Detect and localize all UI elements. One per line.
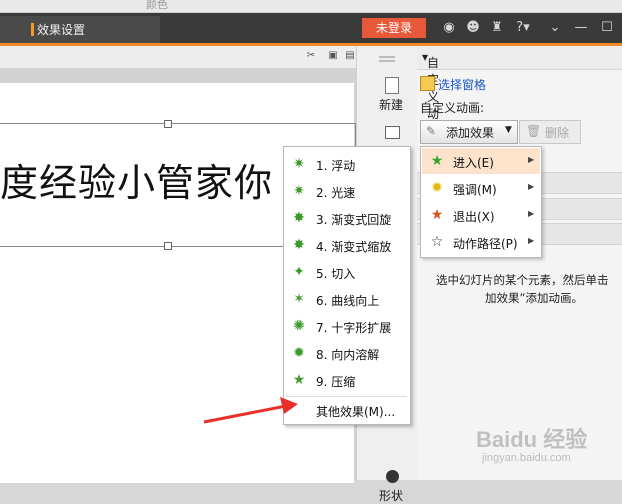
green-star-icon: ✹ [293,345,305,361]
dropdown-arrow-icon: ▼ [505,125,512,135]
submenu-arrow-icon: ▶ [528,182,535,191]
green-star-icon: ✺ [293,318,305,334]
submenu-label: 进入(E) [453,156,494,170]
effect-label: 5. 切入 [316,267,356,281]
submenu-item-emphasis[interactable]: ✹ 强调(M) ▶ [422,175,540,201]
effect-label: 9. 压缩 [316,375,356,389]
effect-item-float[interactable]: ✷ 1. 浮动 [284,150,410,177]
effect-label: 3. 渐变式回旋 [316,213,392,227]
submenu-label: 动作路径(P) [453,237,518,251]
menu-separator [286,396,407,397]
shape-button-label[interactable]: 形状 [379,487,403,504]
window-icon[interactable]: ▣ [327,50,339,62]
baidu-watermark-url: jingyan.baidu.com [482,452,571,464]
pane-icon[interactable]: ▤ [344,50,356,62]
effect-item-curve-up[interactable]: ✶ 6. 曲线向上 [284,285,410,312]
submenu-item-exit[interactable]: ★ 退出(X) ▶ [422,202,540,228]
help-label: ? [516,20,524,35]
chevron-down-icon[interactable]: ⌄ [546,19,564,37]
green-star-icon: ✸ [293,210,305,226]
green-star-icon: ✷ [293,156,305,172]
delete-button[interactable]: 🗑 删除 [519,120,581,144]
slide-text[interactable]: 度经验小管家你 [0,152,273,207]
add-effect-label: 添加效果 [446,126,495,140]
shape-icon[interactable] [386,470,399,483]
add-effect-submenu: ★ 进入(E) ▶ ✹ 强调(M) ▶ ★ 退出(X) ▶ ☆ 动作路径(P) … [420,146,542,258]
custom-animation-panel: 自定义动画 ▾ 选择窗格 自定义动画: ✎ 添加效果 ▼ 🗑 删除 选中幻灯片的… [417,46,622,480]
more-effects-label: 其他效果(M)... [316,405,396,419]
tab-label: 效果设置 [37,23,86,37]
effect-label: 2. 光速 [316,186,356,200]
effect-label: 6. 曲线向上 [316,294,380,308]
effect-item-compress[interactable]: ★ 9. 压缩 [284,366,410,393]
top-strip-text: 颜色 [146,0,168,11]
select-pane-link[interactable]: 选择窗格 [438,76,486,93]
green-star-icon: ✷ [293,183,305,199]
red-arrow-annotation [203,397,298,424]
effect-label: 1. 浮动 [316,159,356,173]
hint-text-line1: 选中幻灯片的某个元素，然后单击 [436,273,609,287]
select-pane-icon[interactable] [420,76,435,91]
baidu-watermark: Baidu 经验 [476,427,588,452]
pencil-icon: ✎ [426,124,437,138]
ghost-icon[interactable]: ☻ [464,19,482,37]
submenu-label: 强调(M) [453,183,497,197]
hint-text-line2: 加效果”添加动画。 [485,291,583,305]
skin-icon[interactable]: ◉ [440,19,458,37]
green-star-icon: ✦ [293,264,305,280]
resize-handle[interactable] [164,120,172,128]
layout-icon[interactable] [385,126,400,139]
delete-label: 删除 [545,126,570,140]
effect-item-lightspeed[interactable]: ✷ 2. 光速 [284,177,410,204]
add-effect-button[interactable]: ✎ 添加效果 ▼ [420,120,518,144]
tab-marker [31,23,34,36]
submenu-item-motion-path[interactable]: ☆ 动作路径(P) ▶ [422,229,540,255]
top-strip: 颜色 [0,0,622,13]
resize-handle[interactable] [164,242,172,250]
effect-item-zoom[interactable]: ✸ 4. 渐变式缩放 [284,231,410,258]
panel-header[interactable]: 自定义动画 ▾ [417,46,622,138]
submenu-arrow-icon: ▶ [528,209,535,218]
effect-item-plus[interactable]: ✺ 7. 十字形扩展 [284,312,410,339]
effect-label: 7. 十字形扩展 [316,321,392,335]
minimize-icon[interactable]: — [572,19,590,37]
green-star-icon: ✶ [293,291,305,307]
submenu-item-entrance[interactable]: ★ 进入(E) ▶ [422,148,540,174]
effect-label: 4. 渐变式缩放 [316,240,392,254]
red-star-icon: ★ [430,207,444,223]
submenu-arrow-icon: ▶ [528,236,535,245]
effects-menu: ✷ 1. 浮动 ✷ 2. 光速 ✸ 3. 渐变式回旋 ✸ 4. 渐变式缩放 ✦ … [283,146,411,425]
tab-effect-settings[interactable]: 效果设置 [0,16,160,43]
custom-animation-label: 自定义动画: [420,101,485,115]
outline-star-icon: ☆ [430,234,444,250]
more-effects-item[interactable]: 其他效果(M)... [284,398,410,423]
panel-title: 自定义动画 ▾ [422,50,440,138]
green-star-icon: ✸ [293,237,305,253]
yellow-burst-icon: ✹ [431,180,443,196]
effect-item-peek-in[interactable]: ✦ 5. 切入 [284,258,410,285]
maximize-icon[interactable]: ☐ [598,19,616,37]
effect-item-dissolve[interactable]: ✹ 8. 向内溶解 [284,339,410,366]
trash-icon: 🗑 [526,124,542,138]
effect-item-spin[interactable]: ✸ 3. 渐变式回旋 [284,204,410,231]
help-icon[interactable]: ?▾ [514,19,532,37]
green-star-icon: ★ [430,153,444,169]
new-button-label[interactable]: 新建 [379,96,403,113]
login-button[interactable]: 未登录 [362,18,426,38]
document-header: ✂ ▣ ▤ [0,46,356,69]
title-bar: 效果设置 未登录 ◉ ☻ ♜ ?▾ ⌄ — ☐ [0,13,622,43]
submenu-label: 退出(X) [453,210,495,224]
green-star-icon: ★ [292,372,306,388]
submenu-arrow-icon: ▶ [528,155,535,164]
effect-label: 8. 向内溶解 [316,348,380,362]
tshirt-icon[interactable]: ♜ [488,19,506,37]
grip-icon[interactable] [379,56,395,58]
tools-icon[interactable]: ✂ [305,50,317,62]
new-slide-icon[interactable] [385,77,399,94]
